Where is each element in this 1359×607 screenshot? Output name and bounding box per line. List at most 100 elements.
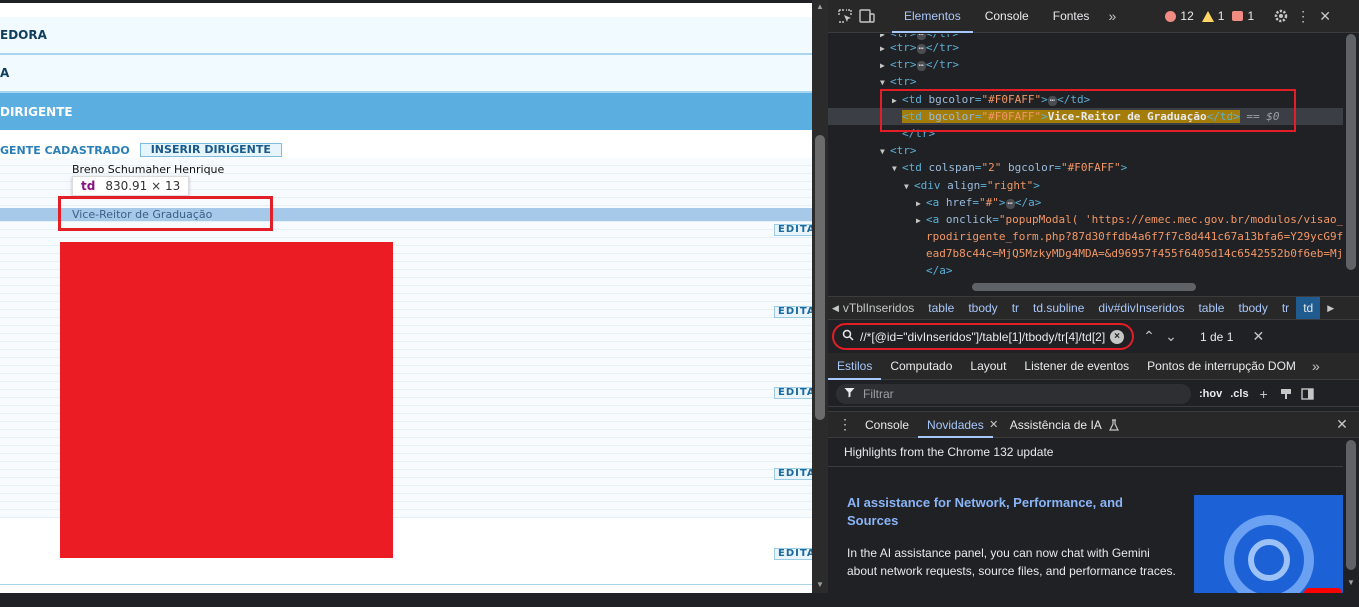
edit-button[interactable]: EDITA xyxy=(774,224,812,236)
more-tabs-icon[interactable]: » xyxy=(1101,5,1123,27)
drawer-tab-novidades[interactable]: Novidades xyxy=(918,412,993,438)
dom-tree-scrollbar-thumb[interactable] xyxy=(1346,34,1356,270)
dom-node[interactable]: ▶<tr>⋯</tr> xyxy=(880,56,959,73)
devtools-panel: Elementos Console Fontes » 12 1 1 ⋮ ✕ ▶ … xyxy=(828,0,1359,593)
styles-filter-input[interactable]: Filtrar xyxy=(836,383,1191,404)
news-title-link[interactable]: AI assistance for Network, Performance, … xyxy=(847,494,1167,530)
tab-fontes[interactable]: Fontes xyxy=(1041,0,1102,33)
tab-estilos[interactable]: Estilos xyxy=(828,353,882,380)
drawer-menu-icon[interactable]: ⋮ xyxy=(834,414,856,436)
drawer-tab-assistencia-ia[interactable]: Assistência de IA xyxy=(1001,412,1111,438)
drawer-tab-console[interactable]: Console xyxy=(856,412,918,438)
expand-icon[interactable]: ▶ xyxy=(916,195,926,212)
breadcrumb-item[interactable]: div#divInseridos xyxy=(1091,297,1191,319)
dom-node[interactable]: ▼ <td colspan="2" bgcolor="#F0FAFF"> xyxy=(892,159,1127,176)
breadcrumb-item[interactable]: tbody xyxy=(1231,297,1274,319)
close-devtools-icon[interactable]: ✕ xyxy=(1314,5,1336,27)
section-header-mantenedora[interactable]: EDORA xyxy=(0,17,812,55)
dom-node[interactable]: ▶ <a href="#"> ⋯ </a> xyxy=(916,194,1041,211)
scroll-down-icon[interactable]: ▼ xyxy=(812,578,828,592)
close-drawer-icon[interactable]: ✕ xyxy=(1331,414,1353,436)
annotation-highlight-box xyxy=(58,196,273,231)
breadcrumb-item[interactable]: table xyxy=(1191,297,1231,319)
section-header-dirigente[interactable]: DIRIGENTE xyxy=(0,93,812,130)
warning-count: 1 xyxy=(1217,9,1225,23)
dom-node-attr-continuation: rpodirigente_form.php?87d30ffdb4a6f7f7c8… xyxy=(926,230,1343,243)
tab-elementos[interactable]: Elementos xyxy=(892,0,973,33)
devtools-toolbar: Elementos Console Fontes » 12 1 1 ⋮ ✕ xyxy=(828,0,1359,33)
dom-node[interactable]: ▼ <tr> xyxy=(880,142,917,159)
sidebar-toggle-icon[interactable] xyxy=(1297,383,1319,405)
redaction-block xyxy=(60,242,393,558)
news-body: In the AI assistance panel, you can now … xyxy=(847,546,1176,578)
news-scrollbar[interactable]: ▼ xyxy=(1343,438,1359,593)
dom-tree-hscrollbar[interactable] xyxy=(828,280,1343,294)
breadcrumb-item[interactable]: tr xyxy=(1275,297,1296,319)
section-header-ies[interactable]: A xyxy=(0,55,812,93)
dom-node[interactable]: ▼ <div align="right"> xyxy=(904,177,1040,194)
breadcrumb-item-current[interactable]: td xyxy=(1296,297,1321,319)
error-count-badge[interactable]: 12 xyxy=(1165,9,1194,23)
top-border xyxy=(0,0,812,3)
error-count: 12 xyxy=(1180,9,1194,23)
dom-node[interactable]: ▼ <tr> xyxy=(880,73,917,90)
dom-breadcrumb: ◀ vTblInseridos table tbody tr td.sublin… xyxy=(828,296,1359,320)
dom-tree-scrollbar[interactable] xyxy=(1343,34,1359,280)
more-options-icon[interactable]: ⋮ xyxy=(1292,5,1314,27)
inspect-element-icon[interactable] xyxy=(834,5,856,27)
cls-toggle[interactable]: .cls xyxy=(1230,388,1248,400)
dom-search-input[interactable]: //*[@id="divInseridos"]/table[1]/tbody/t… xyxy=(832,323,1134,350)
breadcrumb-item[interactable]: tr xyxy=(1005,297,1026,319)
tab-layout[interactable]: Layout xyxy=(961,353,1015,380)
dom-tree-hscrollbar-thumb[interactable] xyxy=(972,283,1196,291)
more-tabs-icon[interactable]: » xyxy=(1305,355,1327,377)
settings-gear-icon[interactable] xyxy=(1270,5,1292,27)
dom-node[interactable]: ▶<tr>⋯</tr> xyxy=(880,39,959,56)
edit-button[interactable]: EDITA xyxy=(774,548,812,560)
tab-dirigente-cadastrado[interactable]: GENTE CADASTRADO xyxy=(0,144,130,157)
tab-pontos-interrupcao-dom[interactable]: Pontos de interrupção DOM xyxy=(1138,353,1305,380)
expand-icon[interactable]: ▶ xyxy=(880,57,890,74)
edit-button[interactable]: EDITA xyxy=(774,387,812,399)
news-thumbnail[interactable] xyxy=(1194,495,1343,593)
tab-inserir-dirigente[interactable]: INSERIR DIRIGENTE xyxy=(139,143,282,157)
previous-match-icon[interactable]: ⌃ xyxy=(1138,326,1160,348)
warning-icon xyxy=(1201,10,1214,22)
tab-listener-eventos[interactable]: Listener de eventos xyxy=(1015,353,1138,380)
breadcrumb-scroll-right-icon[interactable]: ▶ xyxy=(1320,297,1341,319)
collapse-icon[interactable]: ▼ xyxy=(892,160,902,177)
clear-search-icon[interactable]: × xyxy=(1110,329,1124,344)
collapse-icon[interactable]: ▼ xyxy=(880,143,890,160)
dom-node[interactable]: ▶ <a onclick="popupModal( 'https://emec.m… xyxy=(916,211,1343,228)
tab-computado[interactable]: Computado xyxy=(881,353,961,380)
edit-button[interactable]: EDITA xyxy=(774,306,812,318)
close-search-icon[interactable]: ✕ xyxy=(1247,326,1269,348)
new-style-rule-icon[interactable]: + xyxy=(1253,383,1275,405)
next-match-icon[interactable]: ⌄ xyxy=(1160,326,1182,348)
dom-node[interactable]: </a> xyxy=(926,262,953,279)
scroll-down-icon[interactable]: ▼ xyxy=(1343,578,1359,587)
close-tab-icon[interactable]: ✕ xyxy=(987,414,1001,436)
tab-console[interactable]: Console xyxy=(973,0,1041,33)
whats-new-panel: Highlights from the Chrome 132 update AI… xyxy=(828,438,1343,593)
scroll-up-icon[interactable]: ▲ xyxy=(812,0,828,14)
device-toolbar-icon[interactable] xyxy=(856,5,878,27)
warning-count-badge[interactable]: 1 xyxy=(1201,9,1225,23)
page-scrollbar-thumb[interactable] xyxy=(815,135,825,420)
filter-placeholder: Filtrar xyxy=(863,386,894,401)
breadcrumb-item[interactable]: td.subline xyxy=(1026,297,1091,319)
news-scrollbar-thumb[interactable] xyxy=(1346,440,1356,570)
expand-icon[interactable]: ▶ xyxy=(880,40,890,57)
search-match-count: 1 de 1 xyxy=(1200,329,1234,344)
collapse-icon[interactable]: ▼ xyxy=(904,178,914,195)
issues-count-badge[interactable]: 1 xyxy=(1232,9,1254,23)
edit-button[interactable]: EDITA xyxy=(774,468,812,480)
breadcrumb-item[interactable]: vTblInseridos xyxy=(843,297,921,319)
hov-toggle[interactable]: :hov xyxy=(1199,388,1222,400)
breadcrumb-item[interactable]: table xyxy=(921,297,961,319)
paint-icon[interactable] xyxy=(1275,383,1297,405)
breadcrumb-item[interactable]: tbody xyxy=(961,297,1004,319)
breadcrumb-scroll-left-icon[interactable]: ◀ xyxy=(828,297,843,319)
expand-icon[interactable]: ▶ xyxy=(916,212,926,229)
page-scrollbar[interactable]: ▲ ▼ xyxy=(812,0,828,593)
